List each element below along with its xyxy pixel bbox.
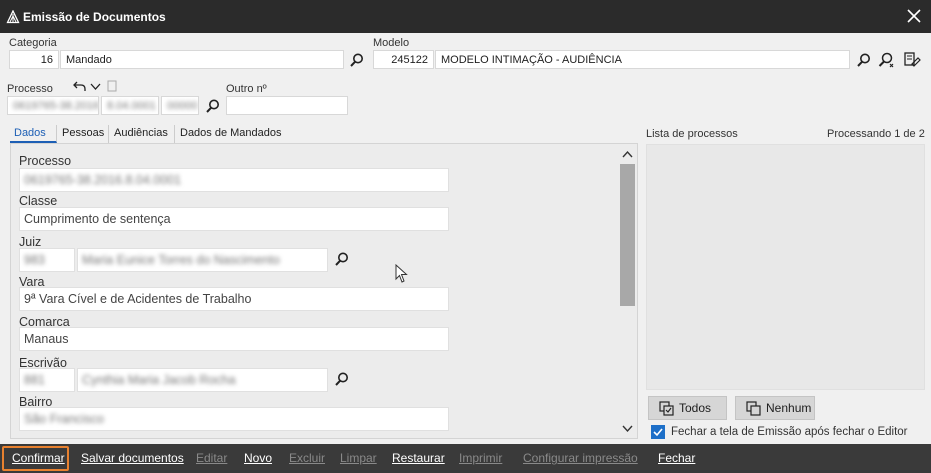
form-juiz-code-field[interactable]: 983 xyxy=(19,248,75,272)
novo-button[interactable]: Novo xyxy=(244,444,272,473)
form-vara-field[interactable]: 9ª Vara Cível e de Acidentes de Trabalho xyxy=(19,287,449,311)
configurar-impressao-button[interactable]: Configurar impressão xyxy=(523,444,638,473)
form-escrivao-name-field[interactable]: Cynthia Maria Jacob Rocha xyxy=(77,368,328,392)
form-bairro-field[interactable]: São Francisco xyxy=(19,407,449,431)
search-icon[interactable] xyxy=(205,98,221,114)
search-icon[interactable] xyxy=(856,52,872,68)
fechar-tela-checkbox[interactable] xyxy=(651,425,665,439)
close-icon[interactable] xyxy=(905,7,923,25)
form-processo-label: Processo xyxy=(19,154,72,168)
chevron-down-icon[interactable] xyxy=(90,82,101,91)
tab-audiencias[interactable]: Audiências xyxy=(110,125,175,143)
lista-processos-box[interactable] xyxy=(646,144,925,390)
processing-status: Processando 1 de 2 xyxy=(827,128,925,140)
processo-part3-field[interactable]: 00000 xyxy=(161,96,199,115)
title-bar: Emissão de Documentos xyxy=(0,0,931,33)
modelo-name-field[interactable]: MODELO INTIMAÇÃO - AUDIÊNCIA xyxy=(435,50,850,69)
form-classe-label: Classe xyxy=(19,194,58,208)
form-classe-field[interactable]: Cumprimento de sentença xyxy=(19,207,449,231)
categoria-name-field[interactable]: Mandado xyxy=(60,50,344,69)
action-bar: Confirmar Salvar documentos Editar Novo … xyxy=(0,444,931,473)
categoria-label: Categoria xyxy=(9,37,57,49)
fechar-button[interactable]: Fechar xyxy=(658,444,695,473)
undo-icon[interactable] xyxy=(73,80,86,92)
search-icon[interactable] xyxy=(349,52,365,68)
restaurar-button[interactable]: Restaurar xyxy=(392,444,445,473)
copy-icon[interactable] xyxy=(107,80,117,92)
form-comarca-field[interactable]: Manaus xyxy=(19,327,449,351)
outro-numero-field[interactable] xyxy=(226,96,348,115)
form-processo-field[interactable]: 0619765-38.2016.8.04.0001 xyxy=(19,168,449,192)
search-icon[interactable] xyxy=(334,371,350,387)
lista-processos-label: Lista de processos xyxy=(646,128,738,140)
mouse-cursor-icon xyxy=(395,264,408,283)
tab-dados-mandados[interactable]: Dados de Mandados xyxy=(176,125,292,143)
todos-button[interactable]: Todos xyxy=(648,396,727,420)
checkmark-icon xyxy=(653,428,663,437)
confirmar-focus-outline xyxy=(2,446,69,471)
form-scrollbar[interactable] xyxy=(619,146,636,436)
search-model-icon[interactable] xyxy=(877,51,895,69)
tab-dados[interactable]: Dados xyxy=(10,125,57,143)
app-logo-icon xyxy=(6,10,20,24)
salvar-documentos-button[interactable]: Salvar documentos xyxy=(81,444,184,473)
imprimir-button[interactable]: Imprimir xyxy=(459,444,502,473)
limpar-button[interactable]: Limpar xyxy=(340,444,377,473)
window-title: Emissão de Documentos xyxy=(23,10,166,24)
select-all-icon xyxy=(659,401,674,416)
scroll-down-icon[interactable] xyxy=(622,424,633,433)
form-juiz-name-field[interactable]: Maria Eunice Torres do Nascimento xyxy=(77,248,328,272)
modelo-code-field[interactable]: 245122 xyxy=(373,50,434,69)
edit-model-icon[interactable] xyxy=(903,51,922,69)
excluir-button[interactable]: Excluir xyxy=(289,444,325,473)
scrollbar-thumb[interactable] xyxy=(620,164,635,306)
form-escrivao-code-field[interactable]: 881 xyxy=(19,368,75,392)
dados-panel: Processo 0619765-38.2016.8.04.0001 Class… xyxy=(10,143,638,439)
tab-pessoas[interactable]: Pessoas xyxy=(58,125,109,143)
processo-part2-field[interactable]: 8.04.0001 xyxy=(101,96,159,115)
outro-numero-label: Outro nº xyxy=(226,83,267,95)
select-none-icon xyxy=(746,401,761,416)
scroll-up-icon[interactable] xyxy=(622,150,633,159)
form-juiz-label: Juiz xyxy=(19,235,42,249)
editar-button[interactable]: Editar xyxy=(196,444,227,473)
modelo-label: Modelo xyxy=(373,37,410,49)
categoria-code-field[interactable]: 16 xyxy=(9,50,59,69)
processo-label: Processo xyxy=(7,83,53,95)
processo-part1-field[interactable]: 0619765-38.2016 xyxy=(7,96,99,115)
search-icon[interactable] xyxy=(334,251,350,267)
fechar-tela-label: Fechar a tela de Emissão após fechar o E… xyxy=(671,426,908,438)
nenhum-button[interactable]: Nenhum xyxy=(735,396,815,420)
